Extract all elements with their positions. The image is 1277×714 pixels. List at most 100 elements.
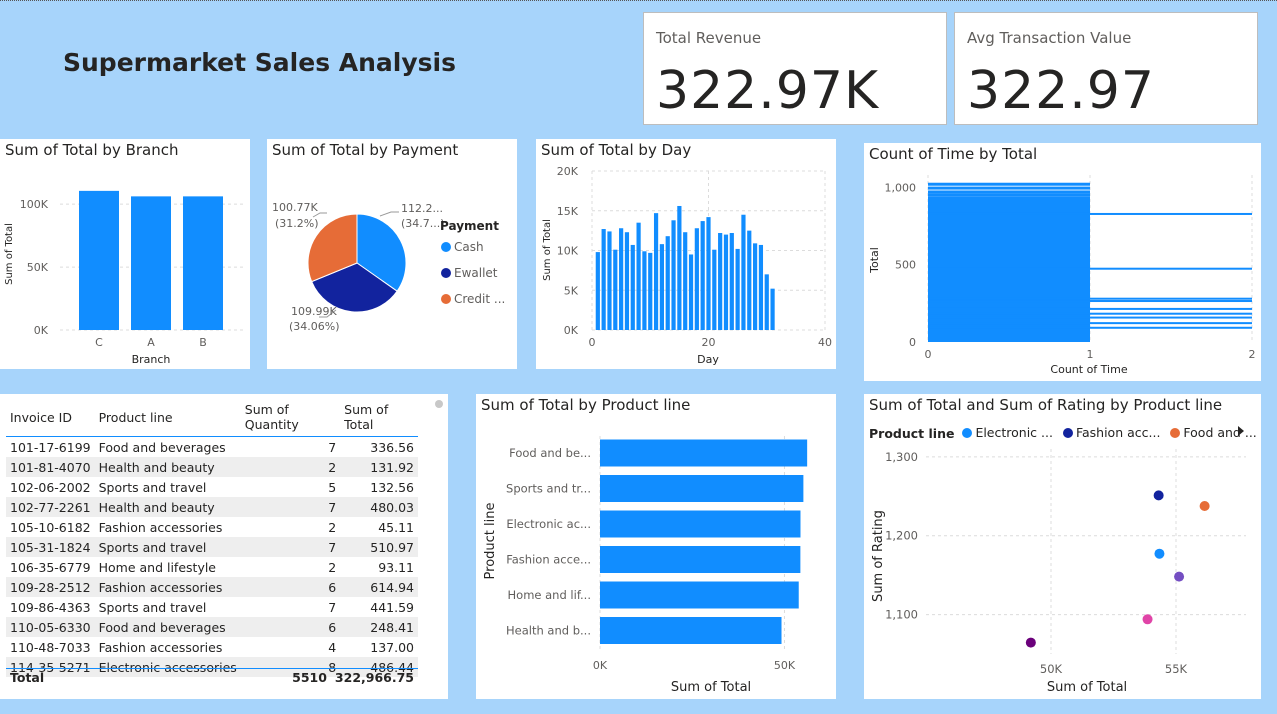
productline-chart-panel[interactable]: Sum of Total by Product line 0K 50K Food a… bbox=[476, 394, 836, 699]
table-row[interactable]: 105-10-6182 Fashion accessories 2 45.11 bbox=[6, 517, 418, 537]
bar bbox=[747, 230, 752, 330]
bar bbox=[79, 190, 119, 330]
total-revenue-card[interactable]: Total Revenue 322.97K bbox=[643, 12, 947, 125]
cell-quantity: 7 bbox=[328, 599, 337, 615]
bar bbox=[718, 233, 723, 330]
legend-label: Electronic ... bbox=[975, 425, 1053, 440]
bar bbox=[600, 617, 782, 644]
payment-chart-panel[interactable]: Sum of Total by Payment 112.2... (34.7...… bbox=[267, 139, 517, 369]
bar bbox=[928, 193, 1090, 197]
y-axis-label: Total bbox=[868, 247, 881, 274]
table-body: 101-17-6199 Food and beverages 7 336.56 101-… bbox=[6, 437, 418, 677]
bar bbox=[607, 231, 612, 330]
cell-total: 614.94 bbox=[340, 577, 418, 597]
bar bbox=[600, 439, 808, 467]
cell-invoice-id: 106-35-6779 bbox=[10, 559, 91, 575]
y-axis-label: Sum of Rating bbox=[871, 510, 886, 602]
bar bbox=[600, 510, 801, 538]
avg-transaction-card[interactable]: Avg Transaction Value 322.97 bbox=[954, 12, 1258, 125]
scatter-point bbox=[1174, 571, 1185, 582]
y-tick-label: 1,300 bbox=[885, 450, 918, 464]
legend-dot bbox=[441, 294, 451, 304]
card-label: Avg Transaction Value bbox=[967, 29, 1132, 47]
cell-invoice-id: 105-31-1824 bbox=[6, 537, 95, 557]
legend-next-arrow-icon[interactable] bbox=[1238, 426, 1244, 436]
cell-quantity: 7 bbox=[240, 497, 341, 517]
cell-total: 510.97 bbox=[340, 537, 418, 557]
y-tick-label: 0 bbox=[909, 336, 916, 349]
legend-dot bbox=[441, 268, 451, 278]
branch-chart-panel[interactable]: Sum of Total by Branch 0K 50K 100K C A B Branc… bbox=[0, 139, 250, 369]
card-value: 322.97K bbox=[656, 61, 880, 121]
cell-product-line: Food and beverages bbox=[94, 617, 241, 637]
bar bbox=[601, 229, 606, 330]
table-row[interactable]: 106-35-6779 Home and lifestyle 2 93.11 bbox=[6, 557, 418, 577]
cell-product-line: Fashion accessories bbox=[94, 577, 241, 597]
table-row[interactable]: 105-31-1824 Sports and travel 7 510.97 bbox=[6, 537, 418, 557]
bar bbox=[741, 214, 746, 330]
scrollbar-thumb[interactable] bbox=[435, 400, 443, 408]
table-row[interactable]: 101-81-4070 Health and beauty 2 131.92 bbox=[6, 457, 418, 477]
day-chart-panel[interactable]: Sum of Total by Day 0K 5K 10K 15K 20K 0 20 40 Da… bbox=[536, 139, 836, 369]
bar bbox=[758, 244, 764, 330]
bar bbox=[694, 228, 699, 330]
bar bbox=[659, 244, 664, 330]
label-leader bbox=[379, 211, 399, 217]
legend-item[interactable]: Fashion acc... bbox=[1062, 425, 1160, 440]
col-invoice-id[interactable]: Invoice ID bbox=[6, 398, 95, 437]
invoice-table-wrapper: Invoice ID Product line Sum of Quantity … bbox=[6, 398, 418, 677]
chart-title: Count of Time by Total bbox=[869, 145, 1038, 163]
bar bbox=[729, 233, 734, 330]
legend-dot bbox=[1170, 427, 1181, 438]
y-tick-label: Sports and tr... bbox=[506, 482, 591, 496]
legend-label: Credit ... bbox=[454, 292, 505, 306]
cell-invoice-id: 110-48-7033 bbox=[10, 639, 91, 655]
bar bbox=[764, 274, 769, 330]
chart-title: Sum of Total by Day bbox=[541, 141, 692, 159]
cell-quantity: 2 bbox=[240, 457, 341, 477]
col-quantity[interactable]: Sum of Quantity bbox=[241, 398, 340, 437]
col-total[interactable]: Sum of Total bbox=[340, 398, 418, 437]
cell-quantity: 2 bbox=[328, 559, 337, 575]
card-value: 322.97 bbox=[967, 61, 1155, 121]
bar bbox=[928, 307, 1252, 310]
cell-invoice-id: 105-10-6182 bbox=[10, 519, 91, 535]
bar bbox=[706, 217, 711, 330]
table-row[interactable]: 109-28-2512 Fashion accessories 6 614.94 bbox=[6, 577, 418, 597]
chart-title: Sum of Total by Payment bbox=[272, 141, 459, 159]
x-tick-label: 50K bbox=[774, 659, 796, 672]
table-row[interactable]: 110-05-6330 Food and beverages 6 248.41 bbox=[6, 617, 418, 637]
scatter-point bbox=[1199, 501, 1210, 512]
bar bbox=[770, 288, 775, 330]
y-tick-label: 100K bbox=[20, 198, 49, 211]
bar bbox=[595, 252, 600, 330]
day-chart: 0K 5K 10K 15K 20K 0 20 40 Day Sum of Total bbox=[542, 165, 832, 366]
x-axis-label: Day bbox=[697, 353, 719, 366]
x-tick-label: 40 bbox=[818, 336, 832, 349]
table-row[interactable]: 102-06-2002 Sports and travel 5 132.56 bbox=[6, 477, 418, 497]
table-row[interactable]: 109-86-4363 Sports and travel 7 441.59 bbox=[6, 597, 418, 617]
table-row[interactable]: 110-48-7033 Fashion accessories 4 137.00 bbox=[6, 637, 418, 657]
total-quantity: 5510 bbox=[292, 670, 327, 685]
time-chart: 0 1 2 0 500 1,000 Count of Time Total bbox=[868, 175, 1256, 376]
legend-item[interactable]: Electronic ... bbox=[962, 425, 1053, 440]
bar bbox=[928, 326, 1252, 329]
time-chart-panel[interactable]: Count of Time by Total 0 1 2 0 500 1,000 Count… bbox=[864, 143, 1261, 381]
table-row[interactable]: 102-77-2261 Health and beauty 7 480.03 bbox=[6, 497, 418, 517]
table-row[interactable]: 101-17-6199 Food and beverages 7 336.56 bbox=[6, 437, 418, 458]
bar bbox=[636, 222, 641, 330]
y-tick-label: 0K bbox=[34, 324, 49, 337]
bar bbox=[600, 546, 801, 573]
invoice-table-panel[interactable]: Invoice ID Product line Sum of Quantity … bbox=[0, 394, 448, 699]
bar bbox=[613, 249, 618, 330]
rating-chart-panel[interactable]: Sum of Total and Sum of Rating by Produc… bbox=[864, 394, 1261, 699]
cell-total: 441.59 bbox=[370, 599, 414, 615]
cell-total: 480.03 bbox=[340, 497, 418, 517]
cell-total: 132.56 bbox=[370, 479, 414, 495]
bar bbox=[928, 297, 1252, 300]
y-tick-label: 50K bbox=[27, 261, 49, 274]
branch-chart: 0K 50K 100K C A B Branch Sum of Total bbox=[4, 190, 245, 366]
cell-total: 131.92 bbox=[340, 457, 418, 477]
chart-title: Sum of Total and Sum of Rating by Produc… bbox=[869, 396, 1223, 414]
col-product-line[interactable]: Product line bbox=[95, 398, 241, 437]
